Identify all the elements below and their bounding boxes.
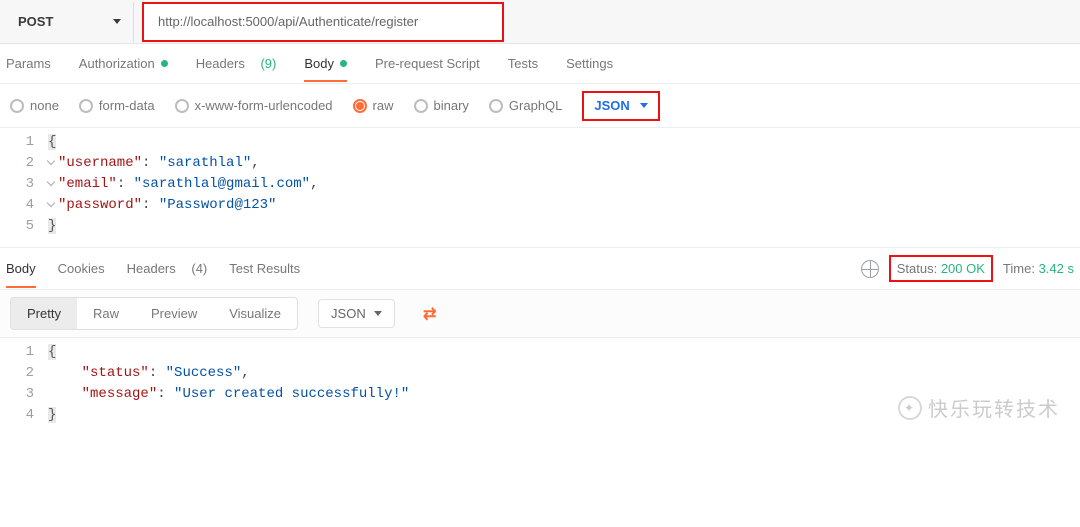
request-tabs: Params Authorization Headers (9) Body Pr… [0, 44, 1080, 84]
radio-urlencoded[interactable]: x-www-form-urlencoded [175, 98, 333, 113]
res-tab-cookies[interactable]: Cookies [58, 261, 105, 276]
chevron-down-icon [640, 103, 648, 108]
view-mode-group: Pretty Raw Preview Visualize [10, 297, 298, 330]
response-body-viewer[interactable]: 1234 { "status": "Success", "message": "… [0, 338, 1080, 436]
body-type-row: none form-data x-www-form-urlencoded raw… [0, 84, 1080, 128]
view-visualize[interactable]: Visualize [213, 298, 297, 329]
tab-headers[interactable]: Headers (9) [196, 56, 277, 71]
res-tab-headers[interactable]: Headers (4) [127, 261, 208, 276]
editor-lines: {"username": "sarathlal","email": "sarat… [48, 132, 1080, 237]
res-tab-test-results[interactable]: Test Results [229, 261, 300, 276]
response-status: Status: 200 OK [889, 255, 993, 282]
view-raw[interactable]: Raw [77, 298, 135, 329]
view-pretty[interactable]: Pretty [11, 298, 77, 329]
url-value: http://localhost:5000/api/Authenticate/r… [158, 14, 418, 29]
view-preview[interactable]: Preview [135, 298, 213, 329]
status-dot-icon [161, 60, 168, 67]
editor-lines: { "status": "Success", "message": "User … [48, 342, 1080, 426]
radio-none[interactable]: none [10, 98, 59, 113]
radio-raw[interactable]: raw [353, 98, 394, 113]
tab-authorization[interactable]: Authorization [79, 56, 168, 71]
radio-form-data[interactable]: form-data [79, 98, 155, 113]
editor-gutter: 12345 [0, 132, 48, 237]
radio-binary[interactable]: binary [414, 98, 469, 113]
response-lang-dropdown[interactable]: JSON [318, 299, 395, 328]
tab-body[interactable]: Body [304, 56, 347, 71]
request-row: POST http://localhost:5000/api/Authentic… [0, 0, 1080, 44]
tab-params[interactable]: Params [6, 56, 51, 71]
request-body-editor[interactable]: 12345 {"username": "sarathlal","email": … [0, 128, 1080, 248]
content-type-dropdown[interactable]: JSON [582, 91, 659, 121]
response-time: Time: 3.42 s [1003, 261, 1074, 276]
tab-settings[interactable]: Settings [566, 56, 613, 71]
chevron-down-icon [374, 311, 382, 316]
wrap-lines-button[interactable]: ⇄ [415, 299, 445, 329]
tab-tests[interactable]: Tests [508, 56, 538, 71]
res-tab-body[interactable]: Body [6, 261, 36, 276]
editor-gutter: 1234 [0, 342, 48, 426]
chevron-down-icon [113, 19, 121, 24]
response-tabs: Body Cookies Headers (4) Test Results St… [0, 248, 1080, 290]
globe-icon[interactable] [861, 260, 879, 278]
http-method-label: POST [18, 14, 53, 29]
status-dot-icon [340, 60, 347, 67]
response-view-toolbar: Pretty Raw Preview Visualize JSON ⇄ [0, 290, 1080, 338]
url-input[interactable]: http://localhost:5000/api/Authenticate/r… [142, 2, 504, 42]
radio-graphql[interactable]: GraphQL [489, 98, 562, 113]
http-method-select[interactable]: POST [6, 2, 134, 42]
tab-prerequest[interactable]: Pre-request Script [375, 56, 480, 71]
